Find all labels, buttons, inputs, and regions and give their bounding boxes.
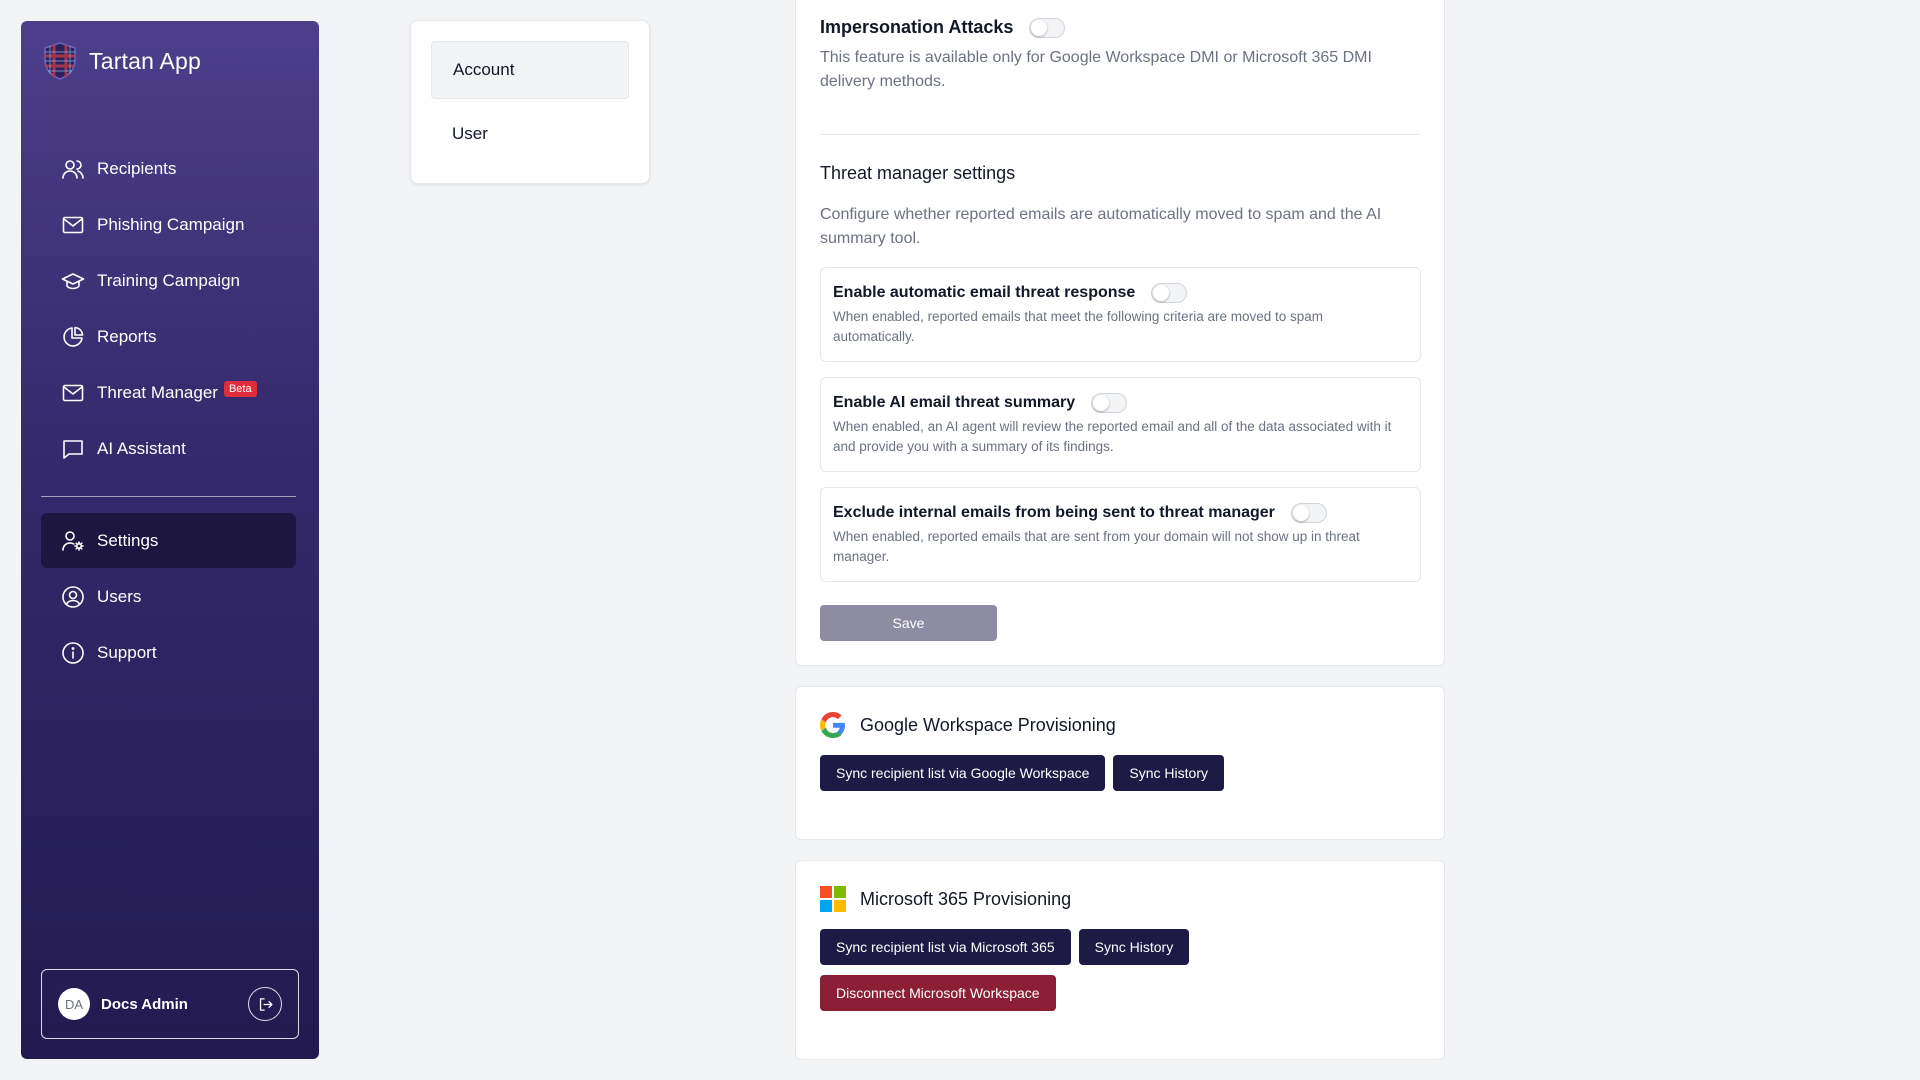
nav-item-settings[interactable]: Settings (41, 513, 296, 568)
mail-icon (62, 216, 84, 233)
option-description: When enabled, reported emails that meet … (833, 309, 1324, 344)
section-divider (820, 134, 1420, 135)
user-profile: DA Docs Admin (41, 969, 299, 1039)
ai-threat-summary-toggle[interactable] (1091, 393, 1128, 413)
nav-label-training-campaign: Training Campaign (97, 270, 240, 290)
google-sync-button[interactable]: Sync recipient list via Google Workspace (820, 755, 1106, 791)
nav-item-recipients[interactable]: Recipients (41, 141, 296, 196)
graduation-cap-icon (61, 272, 85, 289)
google-logo-icon (820, 712, 845, 738)
logout-icon (259, 997, 273, 1011)
nav-label-reports: Reports (97, 326, 157, 346)
brand[interactable]: Tartan App (43, 41, 201, 81)
nav-label-recipients: Recipients (97, 158, 177, 178)
microsoft-provisioning-card: Microsoft 365 Provisioning Sync recipien… (795, 860, 1445, 1060)
info-icon (62, 641, 84, 664)
impersonation-toggle[interactable] (1029, 17, 1066, 38)
option-title: Exclude internal emails from being sent … (833, 504, 1275, 521)
microsoft-provisioning-title: Microsoft 365 Provisioning (860, 888, 1072, 909)
exclude-internal-emails-toggle[interactable] (1290, 503, 1327, 523)
nav-label-settings: Settings (97, 530, 159, 550)
microsoft-sync-history-button[interactable]: Sync History (1078, 929, 1190, 965)
pie-chart-icon (63, 326, 84, 347)
nav-item-threat-manager[interactable]: Threat Manager Beta (41, 365, 296, 420)
nav-label-phishing-campaign: Phishing Campaign (97, 214, 245, 234)
mail-icon (62, 384, 84, 401)
auto-threat-response-toggle[interactable] (1151, 283, 1188, 303)
section-title: Threat manager settings (820, 163, 1016, 183)
option-auto-threat-response: Enable automatic email threat response W… (820, 267, 1421, 362)
user-settings-icon (62, 530, 84, 551)
nav-item-users[interactable]: Users (41, 569, 296, 624)
google-sync-history-button[interactable]: Sync History (1113, 755, 1224, 791)
logout-button[interactable] (248, 987, 282, 1021)
nav-item-training-campaign[interactable]: Training Campaign (41, 253, 296, 308)
tartan-shield-logo-icon (44, 42, 76, 80)
section-description: Configure whether reported emails are au… (820, 206, 1382, 247)
google-provisioning-card: Google Workspace Provisioning Sync recip… (795, 686, 1445, 840)
nav-item-phishing-campaign[interactable]: Phishing Campaign (41, 197, 296, 252)
impersonation-title: Impersonation Attacks (820, 17, 1014, 37)
option-title: Enable AI email threat summary (833, 394, 1076, 411)
main-nav: Recipients Phishing Campaign Training Ca… (41, 141, 296, 681)
settings-subnav: Account User (410, 20, 650, 184)
impersonation-row: Impersonation Attacks (820, 17, 1066, 38)
option-title: Enable automatic email threat response (833, 284, 1136, 301)
impersonation-description: This feature is available only for Googl… (820, 49, 1372, 90)
microsoft-logo-icon (820, 886, 846, 912)
nav-label-ai-assistant: AI Assistant (97, 438, 186, 458)
nav-label-support: Support (97, 642, 157, 662)
nav-item-support[interactable]: Support (41, 625, 296, 680)
google-provisioning-title: Google Workspace Provisioning (860, 714, 1116, 735)
nav-label-threat-manager: Threat Manager (97, 382, 218, 402)
nav-label-users: Users (97, 586, 142, 606)
brand-name: Tartan App (89, 47, 201, 74)
option-description: When enabled, an AI agent will review th… (833, 419, 1392, 454)
nav-divider (41, 496, 296, 497)
subnav-item-account[interactable]: Account (431, 41, 629, 99)
disconnect-microsoft-button[interactable]: Disconnect Microsoft Workspace (820, 975, 1056, 1011)
avatar: DA (58, 988, 90, 1020)
threat-settings-card: Impersonation Attacks This feature is av… (795, 0, 1445, 666)
microsoft-sync-button[interactable]: Sync recipient list via Microsoft 365 (820, 929, 1071, 965)
users-icon (62, 159, 84, 179)
option-ai-threat-summary: Enable AI email threat summary When enab… (820, 377, 1421, 472)
message-square-icon (63, 439, 83, 459)
option-description: When enabled, reported emails that are s… (833, 529, 1360, 564)
nav-item-ai-assistant[interactable]: AI Assistant (41, 421, 296, 476)
nav-item-reports[interactable]: Reports (41, 309, 296, 364)
sidebar: Tartan App Recipients Phishing Campaign … (21, 21, 319, 1059)
option-exclude-internal-emails: Exclude internal emails from being sent … (820, 487, 1421, 582)
user-name: Docs Admin (101, 995, 188, 1013)
subnav-item-user[interactable]: User (431, 105, 629, 163)
save-button[interactable]: Save (820, 605, 997, 641)
beta-badge: Beta (223, 380, 257, 397)
user-circle-icon (62, 585, 84, 608)
